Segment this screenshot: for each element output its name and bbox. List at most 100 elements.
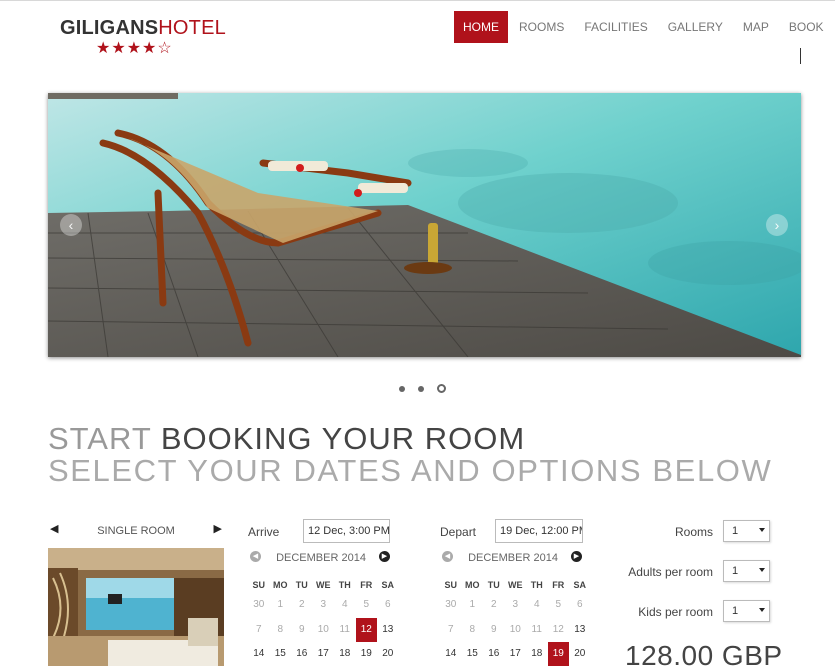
rooms-value: 1 (732, 525, 739, 537)
nav-map[interactable]: MAP (734, 11, 778, 43)
calendar-next-icon[interactable]: ▶ (379, 551, 390, 562)
calendar-day[interactable]: 2 (483, 593, 505, 618)
calendar-day[interactable]: 17 (313, 642, 335, 666)
calendar-day[interactable]: 5 (356, 593, 378, 618)
calendar-day[interactable]: 11 (334, 618, 356, 643)
calendar-day[interactable]: 15 (270, 642, 292, 666)
text-cursor (800, 48, 801, 64)
hotel-logo[interactable]: GILIGANSHOTEL (60, 17, 226, 40)
calendar-day[interactable]: 8 (462, 618, 484, 643)
adults-select[interactable]: 1 (723, 560, 770, 582)
calendar-day[interactable]: 16 (291, 642, 313, 666)
calendar-day[interactable]: 7 (440, 618, 462, 643)
slider-dot-3[interactable] (437, 384, 446, 393)
adults-value: 1 (732, 565, 739, 577)
weekday: TH (338, 580, 351, 590)
calendar-day[interactable]: 10 (313, 618, 335, 643)
calendar-day[interactable]: 5 (548, 593, 570, 618)
arrive-input[interactable]: 12 Dec, 3:00 PM (303, 519, 390, 543)
slider-dot-1[interactable] (399, 385, 405, 392)
calendar-day[interactable]: 9 (291, 618, 313, 643)
booking-subheadline: SELECT YOUR DATES AND OPTIONS BELOW (48, 453, 773, 488)
calendar-day[interactable]: 12 (548, 618, 570, 643)
chevron-down-icon (759, 528, 765, 532)
rooms-option: Rooms 1 (600, 520, 770, 542)
nav-facilities[interactable]: FACILITIES (575, 11, 656, 43)
calendar-day[interactable]: 6 (569, 593, 591, 618)
nav-gallery[interactable]: GALLERY (659, 11, 732, 43)
calendar-day[interactable]: 30 (440, 593, 462, 618)
star-rating: ★★★★☆ (96, 40, 173, 57)
weekday: WE (508, 580, 523, 590)
depart-month: DECEMBER 2014 (468, 552, 558, 564)
weekday: TH (530, 580, 543, 590)
calendar-day[interactable]: 8 (270, 618, 292, 643)
calendar-day[interactable]: 3 (505, 593, 527, 618)
calendar-day[interactable]: 13 (377, 618, 399, 643)
logo-accent: HOTEL (158, 17, 226, 39)
hero-slide-image (48, 93, 801, 357)
slider-dot-2[interactable] (418, 385, 424, 392)
arrive-label: Arrive (248, 525, 280, 539)
calendar-day[interactable]: 20 (569, 642, 591, 666)
caret-right-icon[interactable]: ▶ (214, 522, 222, 535)
calendar-day[interactable]: 14 (440, 642, 462, 666)
weekday: FR (360, 580, 373, 590)
calendar-day[interactable]: 2 (291, 593, 313, 618)
depart-label: Depart (440, 525, 477, 539)
calendar-day-selected[interactable]: 19 (547, 642, 569, 666)
calendar-day[interactable]: 18 (334, 642, 356, 666)
calendar-day[interactable]: 10 (505, 618, 527, 643)
rooms-select[interactable]: 1 (723, 520, 770, 542)
chevron-down-icon (759, 608, 765, 612)
calendar-day[interactable]: 6 (377, 593, 399, 618)
slider-prev-button[interactable]: ‹ (60, 214, 82, 236)
total-price: 128.00 GBP (625, 640, 783, 666)
calendar-next-icon[interactable]: ▶ (571, 551, 582, 562)
calendar-day-selected[interactable]: 12 (355, 617, 377, 642)
calendar-day[interactable]: 1 (270, 593, 292, 618)
room-name: SINGLE ROOM (97, 525, 175, 537)
calendar-day[interactable]: 20 (377, 642, 399, 666)
weekday: WE (316, 580, 331, 590)
chevron-down-icon (759, 568, 765, 572)
adults-label: Adults per room (628, 565, 713, 579)
depart-input[interactable]: 19 Dec, 12:00 PM (495, 519, 583, 543)
calendar-day[interactable]: 4 (526, 593, 548, 618)
slider-dots (399, 384, 446, 393)
calendar-day[interactable]: 18 (526, 642, 548, 666)
slider-next-button[interactable]: › (766, 214, 788, 236)
kids-value: 1 (732, 605, 739, 617)
weekday: FR (552, 580, 565, 590)
weekday: MO (273, 580, 288, 590)
arrive-calendar-header: ◀ DECEMBER 2014 ▶ (248, 549, 394, 565)
headline-light: START (48, 421, 152, 456)
nav-book[interactable]: BOOK (780, 11, 833, 43)
booking-headline: START BOOKING YOUR ROOM (48, 421, 525, 457)
calendar-day[interactable]: 19 (356, 642, 378, 666)
main-nav: HOME ROOMS FACILITIES GALLERY MAP BOOK (454, 11, 835, 43)
calendar-day[interactable]: 11 (526, 618, 548, 643)
nav-rooms[interactable]: ROOMS (510, 11, 573, 43)
depart-calendar: SU MO TU WE TH FR SA 30 1 2 3 4 5 6 7 8 … (440, 577, 591, 666)
adults-option: Adults per room 1 (600, 560, 770, 582)
kids-select[interactable]: 1 (723, 600, 770, 622)
calendar-day[interactable]: 13 (569, 618, 591, 643)
weekday: MO (465, 580, 480, 590)
calendar-day[interactable]: 14 (248, 642, 270, 666)
calendar-day[interactable]: 15 (462, 642, 484, 666)
nav-home[interactable]: HOME (454, 11, 508, 43)
rooms-label: Rooms (674, 525, 713, 539)
calendar-day[interactable]: 4 (334, 593, 356, 618)
weekday: SA (573, 580, 586, 590)
calendar-day[interactable]: 16 (483, 642, 505, 666)
calendar-day[interactable]: 17 (505, 642, 527, 666)
calendar-day[interactable]: 30 (248, 593, 270, 618)
room-photo (48, 548, 224, 666)
headline-dark: BOOKING YOUR ROOM (160, 421, 526, 456)
calendar-day[interactable]: 9 (483, 618, 505, 643)
calendar-day[interactable]: 1 (462, 593, 484, 618)
calendar-day[interactable]: 3 (313, 593, 335, 618)
weekday: TU (487, 580, 500, 590)
calendar-day[interactable]: 7 (248, 618, 270, 643)
